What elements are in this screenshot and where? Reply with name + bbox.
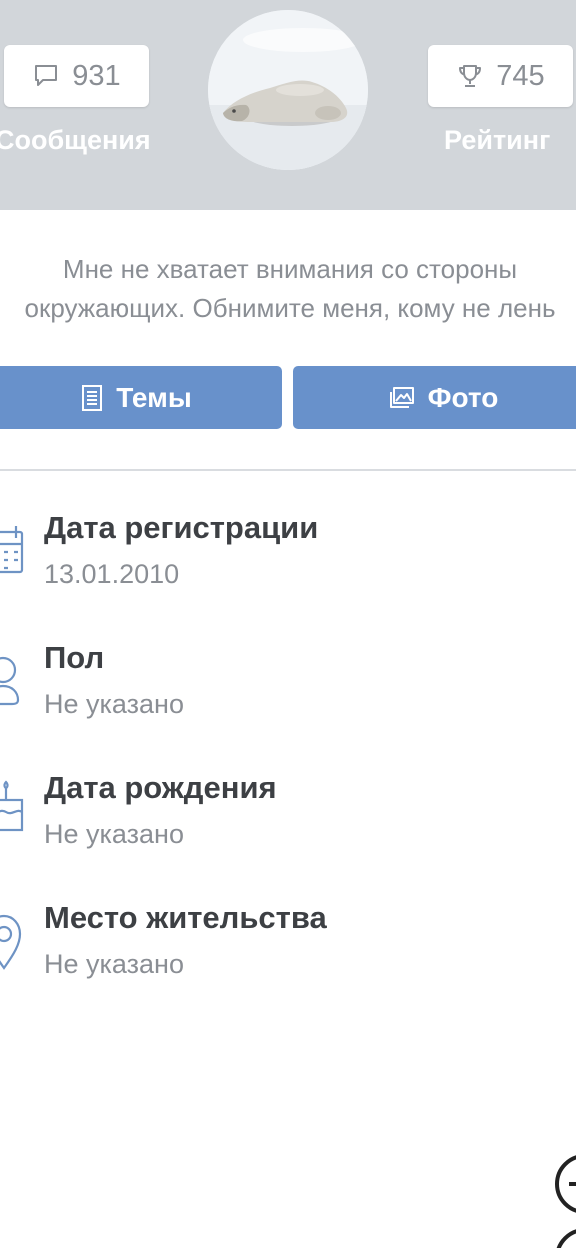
document-list-icon <box>80 384 104 412</box>
messages-label: Сообщения <box>0 125 151 155</box>
zoom-out-icon[interactable] <box>553 1153 576 1222</box>
profile-header: 931 Сообщения 745 Рейтинг <box>0 0 576 210</box>
trophy-icon <box>456 62 484 90</box>
status-text-line-1: Мне не хватает внимания со стороны <box>62 254 518 284</box>
cake-icon <box>0 778 26 847</box>
info-item-registration-date: Дата регистрации 13.01.2010 <box>0 508 576 608</box>
status-text-line-2: окружающих. Обнимите меня, кому не лень <box>24 293 556 323</box>
info-value-birth-date: Не указано <box>44 819 184 849</box>
rating-count: 745 <box>496 59 545 92</box>
rating-count-box[interactable]: 745 <box>428 45 573 107</box>
info-value-registration-date: 13.01.2010 <box>44 559 180 589</box>
info-item-residence: Место жительства Не указано <box>0 898 576 998</box>
calendar-icon <box>0 518 24 587</box>
info-item-birth-date: Дата рождения Не указано <box>0 768 576 868</box>
info-item-gender: Пол Не указано <box>0 638 576 738</box>
photos-button[interactable]: Фото <box>293 366 576 429</box>
rating-label: Рейтинг <box>444 125 551 155</box>
photos-button-label: Фото <box>427 381 499 413</box>
topics-button[interactable]: Темы <box>0 366 282 429</box>
messages-count: 931 <box>72 59 121 92</box>
avatar[interactable] <box>208 10 368 170</box>
section-divider <box>0 469 576 471</box>
info-value-residence: Не указано <box>44 949 184 979</box>
info-title-gender: Пол <box>44 640 105 675</box>
person-icon <box>0 648 26 717</box>
location-pin-icon <box>0 908 26 977</box>
speech-bubble-icon <box>32 62 60 90</box>
topics-button-label: Темы <box>116 381 192 413</box>
info-title-birth-date: Дата рождения <box>44 770 277 805</box>
photo-gallery-icon <box>388 385 416 411</box>
info-title-residence: Место жительства <box>44 900 327 935</box>
info-value-gender: Не указано <box>44 689 184 719</box>
info-title-registration-date: Дата регистрации <box>44 510 319 545</box>
messages-count-box[interactable]: 931 <box>4 45 149 107</box>
zoom-in-icon[interactable] <box>553 1226 576 1253</box>
